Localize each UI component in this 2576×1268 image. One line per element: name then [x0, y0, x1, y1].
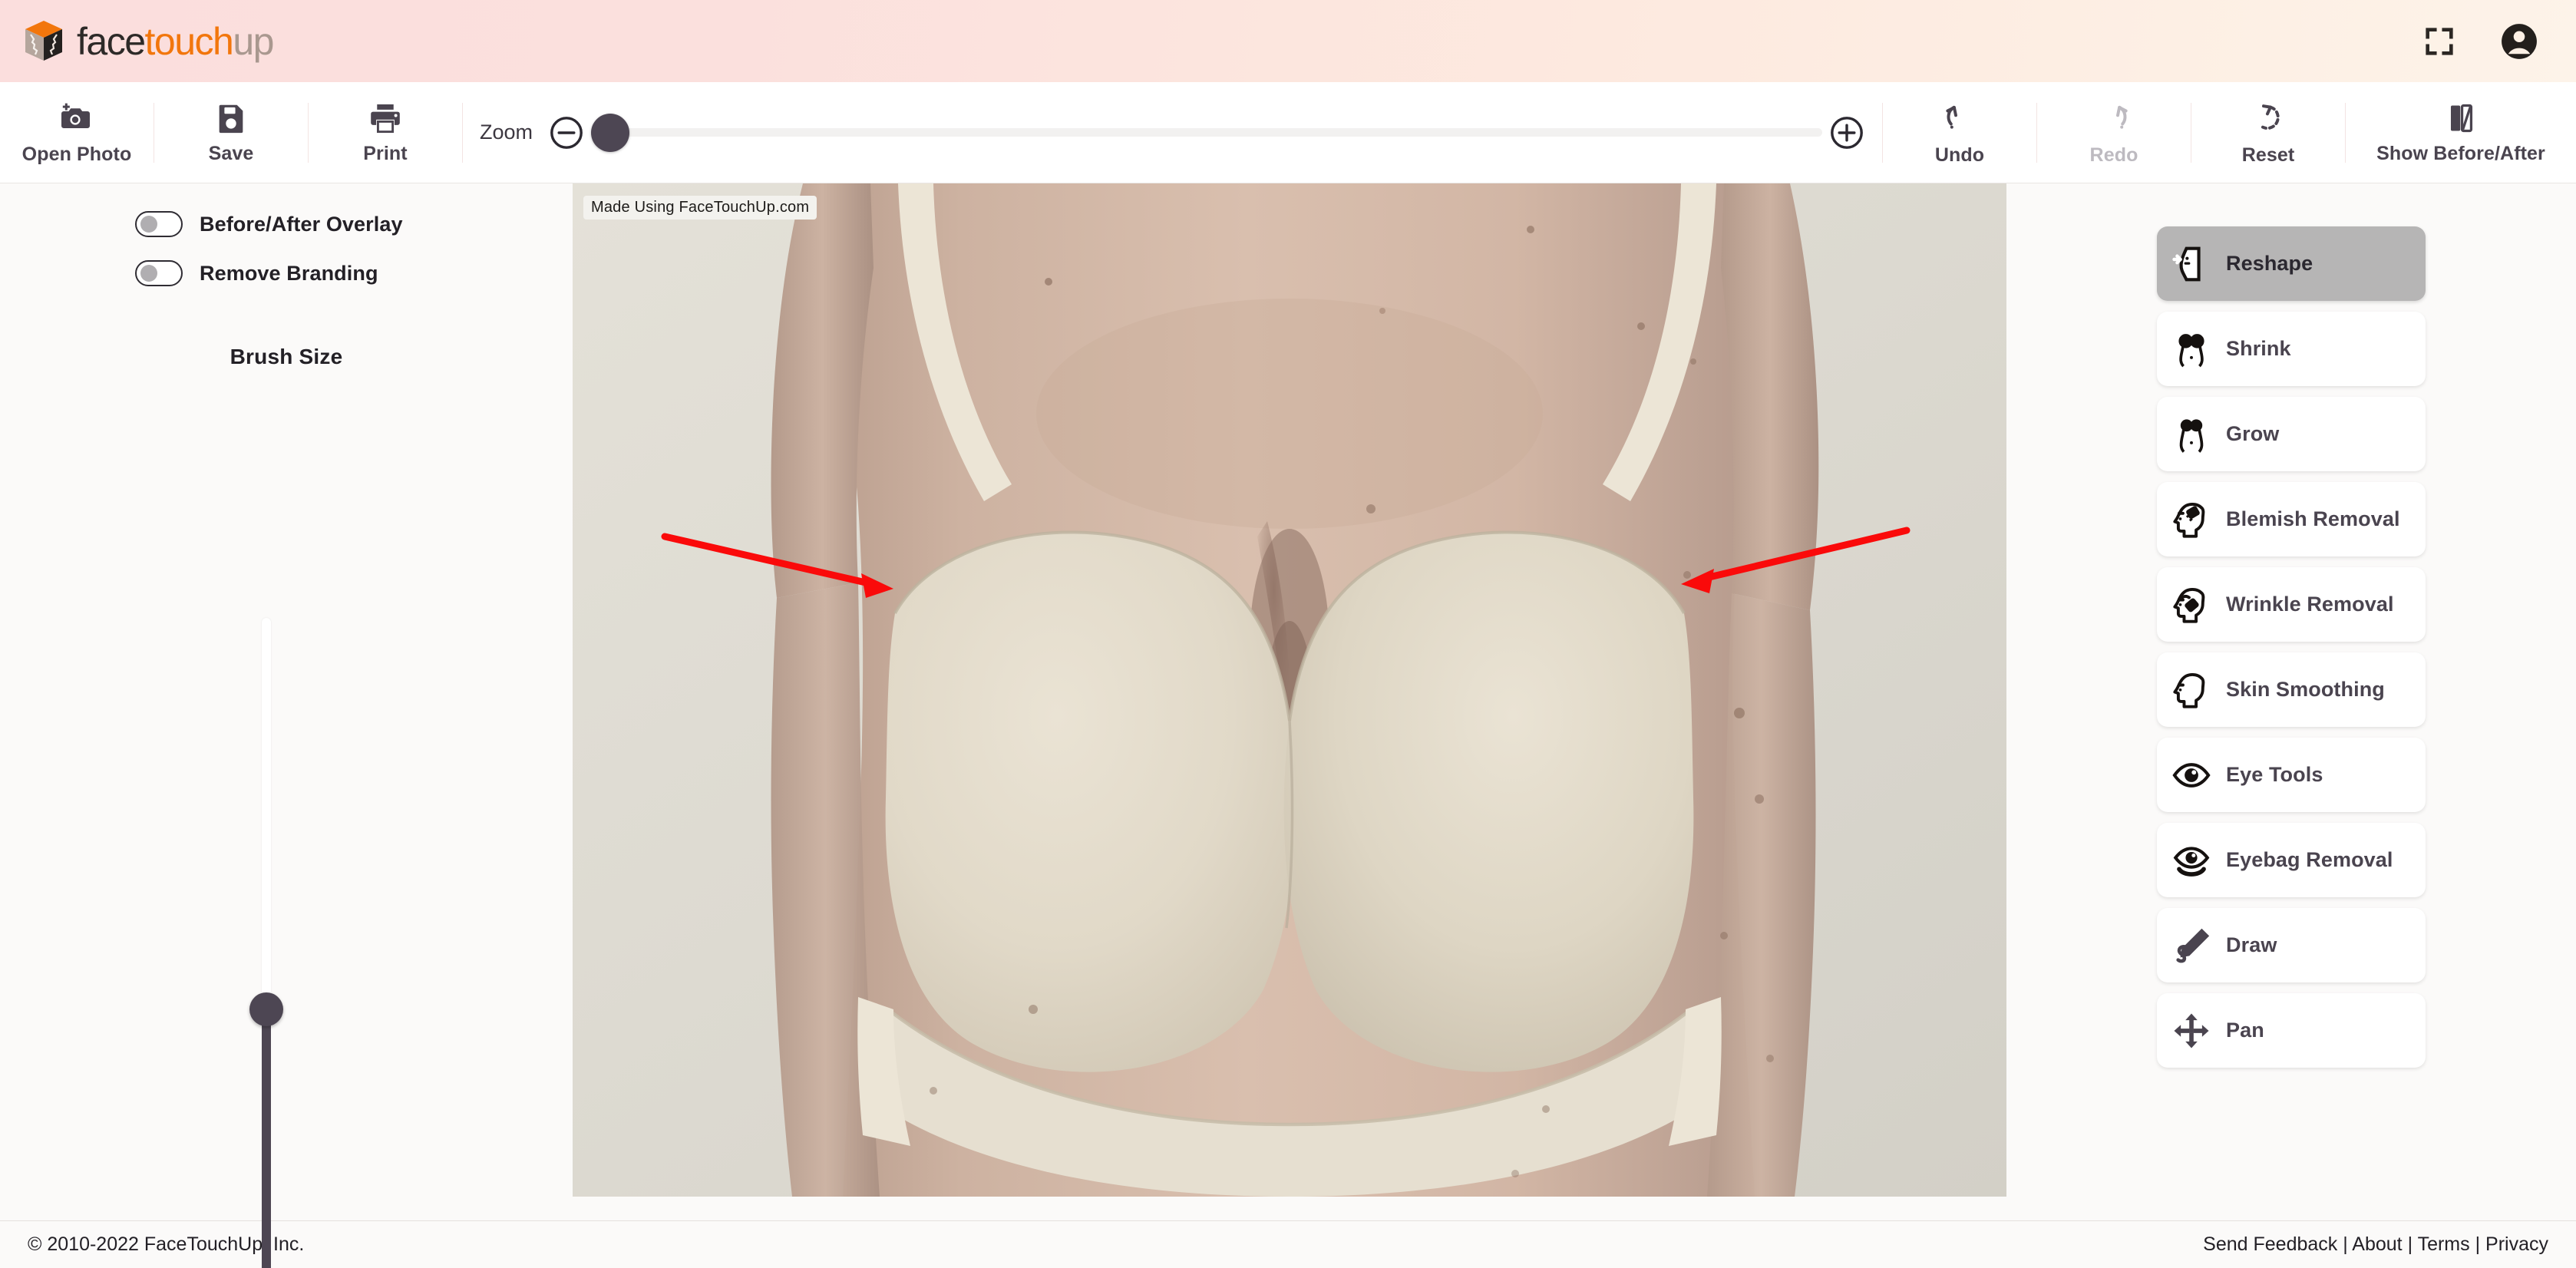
footer-links: Send Feedback | About | Terms | Privacy	[2203, 1233, 2548, 1256]
skin-head-icon	[2157, 670, 2226, 710]
brush-slider-track-upper	[262, 618, 271, 1014]
tool-label: Shrink	[2226, 337, 2291, 360]
tool-draw[interactable]: Draw	[2157, 908, 2426, 982]
app-header: facetouchup	[0, 0, 2576, 82]
toggle-knob	[140, 265, 157, 282]
shrink-torso-icon	[2157, 329, 2226, 369]
zoom-control: Zoom	[463, 113, 1882, 152]
logo-text: facetouchup	[77, 19, 274, 63]
left-options-panel: Before/After Overlay Remove Branding Bru…	[0, 183, 573, 1268]
redo-button[interactable]: Redo	[2037, 82, 2191, 183]
tool-label: Eyebag Removal	[2226, 848, 2393, 871]
save-button[interactable]: Save	[154, 82, 308, 183]
main-toolbar: Open Photo Save Print Zoom Undo Redo Res…	[0, 82, 2576, 183]
eyebag-icon	[2157, 840, 2226, 880]
footer-link-about[interactable]: About	[2352, 1233, 2402, 1255]
logo-part-touch: touch	[144, 19, 234, 63]
pencil-icon	[2157, 926, 2226, 966]
undo-label: Undo	[1934, 144, 1985, 166]
zoom-label: Zoom	[480, 121, 533, 144]
tool-eye-tools[interactable]: Eye Tools	[2157, 738, 2426, 812]
grow-torso-icon	[2157, 414, 2226, 454]
footer-separator: |	[2469, 1233, 2486, 1255]
brush-slider-thumb[interactable]	[249, 992, 283, 1026]
fullscreen-icon[interactable]	[2419, 21, 2459, 61]
logo-part-up: up	[233, 19, 274, 63]
canvas-area: Made Using FaceTouchUp.com	[573, 183, 2006, 1220]
app-footer: © 2010-2022 FaceTouchUp, Inc. Send Feedb…	[0, 1220, 2576, 1268]
brush-size-label: Brush Size	[230, 345, 343, 368]
footer-link-send-feedback[interactable]: Send Feedback	[2203, 1233, 2337, 1255]
tool-wrinkle-removal[interactable]: Wrinkle Removal	[2157, 567, 2426, 642]
photo-canvas[interactable]: Made Using FaceTouchUp.com	[573, 183, 2006, 1197]
tool-eyebag-removal[interactable]: Eyebag Removal	[2157, 823, 2426, 897]
plus-circle-icon[interactable]	[1828, 114, 1865, 151]
tools-panel: Reshape Shrink Grow Blemish Removal Wrin…	[2006, 183, 2576, 1220]
tool-label: Blemish Removal	[2226, 507, 2400, 530]
open-photo-button[interactable]: Open Photo	[0, 82, 154, 183]
toggle-switch[interactable]	[135, 260, 183, 286]
account-icon[interactable]	[2499, 21, 2539, 61]
photo-image	[573, 183, 2006, 1197]
cube-logo-icon	[21, 19, 66, 64]
toggle-label: Remove Branding	[200, 261, 378, 285]
toggle-remove-branding[interactable]: Remove Branding	[135, 260, 573, 286]
tool-blemish-removal[interactable]: Blemish Removal	[2157, 482, 2426, 556]
tool-label: Eye Tools	[2226, 763, 2323, 786]
watermark-badge: Made Using FaceTouchUp.com	[583, 196, 817, 220]
zoom-slider-track	[591, 128, 1822, 137]
print-button[interactable]: Print	[309, 82, 462, 183]
toggle-knob	[140, 216, 157, 233]
tool-skin-smoothing[interactable]: Skin Smoothing	[2157, 652, 2426, 727]
tool-reshape[interactable]: Reshape	[2157, 226, 2426, 301]
eye-icon	[2157, 755, 2226, 795]
logo[interactable]: facetouchup	[21, 19, 274, 64]
reset-label: Reset	[2241, 144, 2295, 166]
open-photo-label: Open Photo	[21, 143, 132, 165]
tool-label: Wrinkle Removal	[2226, 593, 2394, 616]
zoom-slider-thumb[interactable]	[591, 113, 630, 152]
toggle-before-after-overlay[interactable]: Before/After Overlay	[135, 211, 573, 237]
brush-slider-track-lower	[262, 1014, 271, 1268]
brush-size-slider[interactable]	[249, 618, 283, 1268]
reshape-face-icon	[2157, 244, 2226, 284]
save-label: Save	[208, 142, 254, 164]
tool-label: Draw	[2226, 933, 2277, 956]
zoom-slider[interactable]	[591, 113, 1822, 152]
facetouchup-app: facetouchup Open Photo Save Print Zoom U…	[0, 0, 2576, 1268]
tool-pan[interactable]: Pan	[2157, 993, 2426, 1068]
tool-grow[interactable]: Grow	[2157, 397, 2426, 471]
blemish-head-icon	[2157, 500, 2226, 540]
footer-link-privacy[interactable]: Privacy	[2485, 1233, 2548, 1255]
reset-button[interactable]: Reset	[2191, 82, 2345, 183]
toggle-label: Before/After Overlay	[200, 212, 403, 236]
toggle-switch[interactable]	[135, 211, 183, 237]
footer-link-terms[interactable]: Terms	[2418, 1233, 2470, 1255]
show-before-after-button[interactable]: Show Before/After	[2346, 82, 2576, 183]
tool-label: Pan	[2226, 1019, 2264, 1042]
tool-shrink[interactable]: Shrink	[2157, 312, 2426, 386]
tool-label: Reshape	[2226, 252, 2313, 275]
footer-separator: |	[2402, 1233, 2418, 1255]
editor-stage: Before/After Overlay Remove Branding Bru…	[0, 183, 2576, 1268]
print-label: Print	[363, 142, 408, 164]
footer-separator: |	[2337, 1233, 2353, 1255]
tool-label: Grow	[2226, 422, 2280, 445]
show-before-after-label: Show Before/After	[2376, 142, 2545, 164]
tool-label: Skin Smoothing	[2226, 678, 2385, 701]
undo-button[interactable]: Undo	[1883, 82, 2036, 183]
redo-label: Redo	[2089, 144, 2138, 166]
minus-circle-icon[interactable]	[548, 114, 585, 151]
logo-part-face: face	[77, 19, 146, 63]
header-actions	[2419, 21, 2539, 61]
wrinkle-head-icon	[2157, 585, 2226, 625]
move-arrows-icon	[2157, 1011, 2226, 1051]
